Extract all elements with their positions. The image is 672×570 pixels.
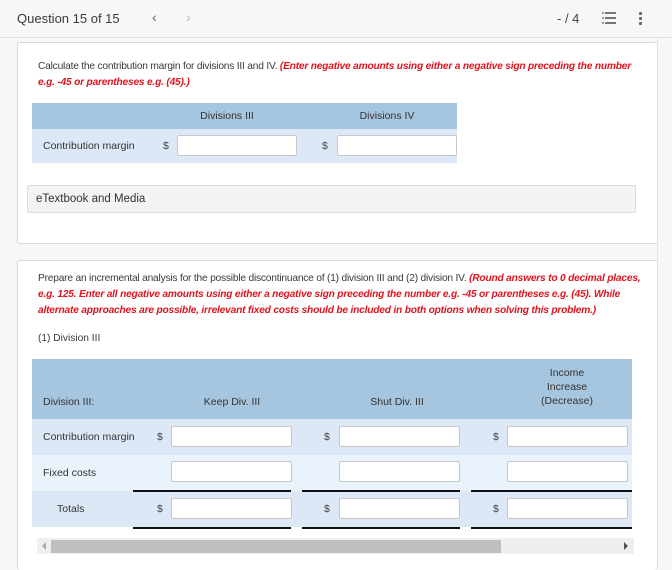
part2-card: Prepare an incremental analysis for the … xyxy=(17,260,658,570)
difference-contribution-margin-input[interactable] xyxy=(507,426,628,447)
question-header: Question 15 of 15 ‹ › - / 4 xyxy=(0,0,672,38)
contribution-margin-div-iii-input[interactable] xyxy=(177,135,297,156)
question-counter: Question 15 of 15 xyxy=(17,11,120,26)
currency-symbol: $ xyxy=(493,431,499,443)
header-line: Increase xyxy=(546,381,588,393)
total-double-rule-line xyxy=(302,527,460,529)
column-header-division-iii: Division III: xyxy=(43,396,95,408)
row-label: Totals xyxy=(57,503,85,515)
more-vertical-icon[interactable] xyxy=(639,12,642,25)
currency-symbol: $ xyxy=(163,140,169,152)
part1-table-header: Divisions III Divisions IV xyxy=(32,103,457,129)
next-question-icon[interactable]: › xyxy=(186,9,191,25)
part2-table-header: Division III: Keep Div. III Shut Div. II… xyxy=(32,359,632,419)
row-label: Contribution margin xyxy=(43,431,135,443)
column-header-divisions-iv: Divisions IV xyxy=(359,110,415,122)
contribution-margin-div-iv-input[interactable] xyxy=(337,135,457,156)
column-header-income-increase-decrease: Income Increase (Decrease) xyxy=(512,366,622,408)
part2-row-totals: Totals $ $ $ xyxy=(32,491,632,527)
total-double-rule-line xyxy=(471,527,632,529)
keep-fixed-costs-input[interactable] xyxy=(171,461,292,482)
difference-fixed-costs-input[interactable] xyxy=(507,461,628,482)
list-icon[interactable] xyxy=(602,12,616,24)
score-display: - / 4 xyxy=(557,11,580,26)
difference-totals-input[interactable] xyxy=(507,498,628,519)
keep-totals-input[interactable] xyxy=(171,498,292,519)
row-label: Contribution margin xyxy=(43,140,135,152)
currency-symbol: $ xyxy=(324,431,330,443)
part2-prompt: Prepare an incremental analysis for the … xyxy=(38,271,643,319)
currency-symbol: $ xyxy=(324,503,330,515)
header-line: (Decrease) xyxy=(541,395,593,407)
shut-totals-input[interactable] xyxy=(339,498,460,519)
shut-fixed-costs-input[interactable] xyxy=(339,461,460,482)
currency-symbol: $ xyxy=(493,503,499,515)
scroll-left-arrow-icon[interactable] xyxy=(42,542,46,550)
column-header-keep-div-iii: Keep Div. III xyxy=(203,396,261,408)
keep-contribution-margin-input[interactable] xyxy=(171,426,292,447)
scroll-right-arrow-icon[interactable] xyxy=(624,542,628,550)
currency-symbol: $ xyxy=(157,503,163,515)
part1-prompt: Calculate the contribution margin for di… xyxy=(38,59,638,91)
currency-symbol: $ xyxy=(157,431,163,443)
previous-question-icon[interactable]: ‹ xyxy=(152,9,157,25)
part2-instruction: Prepare an incremental analysis for the … xyxy=(38,273,470,284)
part2-subheading: (1) Division III xyxy=(38,333,101,344)
currency-symbol: $ xyxy=(322,140,328,152)
part2-row-fixed-costs: Fixed costs xyxy=(32,455,632,491)
total-rule-line xyxy=(302,490,460,492)
header-line: Income xyxy=(549,367,585,379)
shut-contribution-margin-input[interactable] xyxy=(339,426,460,447)
total-rule-line xyxy=(471,490,632,492)
horizontal-scrollbar[interactable] xyxy=(37,538,634,554)
part1-instruction: Calculate the contribution margin for di… xyxy=(38,61,280,72)
scrollbar-thumb[interactable] xyxy=(51,540,501,553)
vertical-scrollbar-track[interactable] xyxy=(657,39,672,559)
part2-row-contribution-margin: Contribution margin $ $ $ xyxy=(32,419,632,455)
total-double-rule-line xyxy=(133,527,291,529)
column-header-shut-div-iii: Shut Div. III xyxy=(370,396,424,408)
row-label: Fixed costs xyxy=(43,467,97,479)
total-rule-line xyxy=(133,490,291,492)
etextbook-and-media-link[interactable]: eTextbook and Media xyxy=(27,185,636,213)
part1-row-contribution-margin: Contribution margin $ $ xyxy=(32,129,457,163)
part1-card: Calculate the contribution margin for di… xyxy=(17,42,658,244)
column-header-divisions-iii: Divisions III xyxy=(200,110,254,122)
